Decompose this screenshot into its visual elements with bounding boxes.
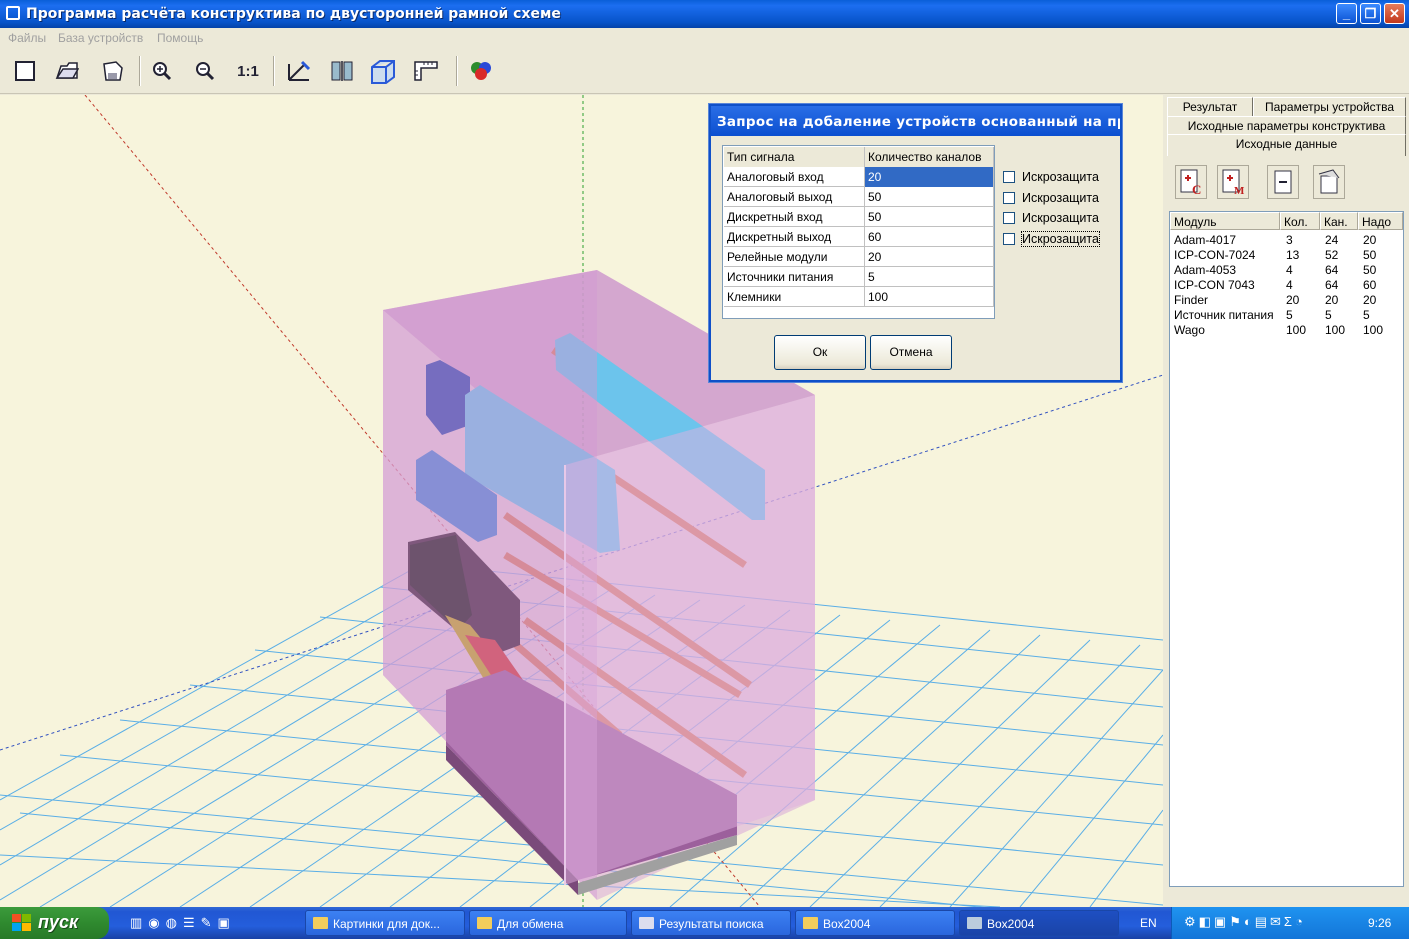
- signal-type-cell: Аналоговый выход: [724, 187, 865, 207]
- remove-item-icon[interactable]: [1267, 165, 1299, 199]
- spark-protection-checkbox-3[interactable]: Искрозащита: [1003, 211, 1099, 225]
- windows-flag-icon: [12, 914, 31, 931]
- table-row[interactable]: Аналоговый выход 50: [724, 187, 994, 207]
- start-label: пуск: [38, 912, 79, 932]
- right-panel: Результат Параметры устройства Исходные …: [1163, 95, 1409, 907]
- task-box2004-app[interactable]: Box2004: [959, 910, 1119, 936]
- signal-type-cell: Источники питания: [724, 267, 865, 287]
- table-row[interactable]: Релейные модули 20: [724, 247, 994, 267]
- language-indicator[interactable]: EN: [1140, 916, 1157, 930]
- clear-items-icon[interactable]: [1313, 165, 1345, 199]
- menu-help[interactable]: Помощь: [157, 31, 203, 45]
- col-signal-type: Тип сигнала: [724, 147, 865, 167]
- col-module[interactable]: Модуль: [1170, 212, 1280, 230]
- 3d-cube-icon[interactable]: [368, 56, 398, 86]
- channel-count-input[interactable]: 50: [865, 207, 994, 227]
- window-title: Программа расчёта конструктива по двусто…: [26, 6, 561, 22]
- task-exchange[interactable]: Для обмена: [469, 910, 627, 936]
- signal-type-cell: Релейные модули: [724, 247, 865, 267]
- add-m-icon[interactable]: M: [1217, 165, 1249, 199]
- app-icon: [6, 6, 20, 20]
- signal-type-cell: Дискретный вход: [724, 207, 865, 227]
- open-file-icon[interactable]: [52, 56, 82, 86]
- table-row[interactable]: Аналоговый вход 20: [724, 167, 994, 187]
- system-tray: ⚙◧▣⚑◐▤✉Σ◔ 9:26: [1171, 907, 1409, 939]
- task-search-results[interactable]: Результаты поиска: [631, 910, 791, 936]
- modules-list[interactable]: Модуль Кол. Кан. Надо Adam-4017 3 24 20 ICP…: [1169, 211, 1404, 887]
- task-pictures[interactable]: Картинки для док...: [305, 910, 465, 936]
- svg-text:C: C: [1192, 182, 1201, 196]
- ok-button[interactable]: Ок: [774, 335, 866, 370]
- app-icon: [967, 917, 982, 929]
- tab-initial-construct-params[interactable]: Исходные параметры конструктива: [1167, 116, 1406, 135]
- tab-result[interactable]: Результат: [1167, 97, 1253, 116]
- folder-icon: [477, 917, 492, 929]
- tray-icons[interactable]: ⚙◧▣⚑◐▤✉Σ◔: [1184, 914, 1306, 930]
- cancel-button[interactable]: Отмена: [870, 335, 952, 370]
- zoom-out-icon[interactable]: [190, 56, 220, 86]
- spark-protection-checkbox-1[interactable]: Искрозащита: [1003, 170, 1099, 184]
- signal-type-cell: Дискретный выход: [724, 227, 865, 247]
- col-channels[interactable]: Кан.: [1320, 212, 1358, 230]
- channel-count-input[interactable]: 60: [865, 227, 994, 247]
- restore-button[interactable]: ❐: [1360, 3, 1381, 24]
- task-box2004-folder[interactable]: Box2004: [795, 910, 955, 936]
- channel-count-input[interactable]: 20: [865, 247, 994, 267]
- folder-icon: [313, 917, 328, 929]
- split-view-icon[interactable]: [327, 56, 357, 86]
- menu-bar: Файлы База устройств Помощь: [0, 28, 1409, 48]
- quick-launch-icons[interactable]: ▥◉◍☰✎▣: [130, 915, 280, 931]
- spark-protection-checkbox-2[interactable]: Искрозащита: [1003, 191, 1099, 205]
- zoom-1-1-button[interactable]: 1:1: [233, 56, 263, 86]
- channel-count-input[interactable]: 50: [865, 187, 994, 207]
- taskbar: пуск ▥◉◍☰✎▣ Картинки для док... Для обме…: [0, 907, 1409, 939]
- menu-device-base[interactable]: База устройств: [58, 31, 143, 45]
- col-qty[interactable]: Кол.: [1280, 212, 1320, 230]
- add-devices-dialog: Запрос на добаление устройств основанный…: [709, 104, 1122, 382]
- channel-count-input[interactable]: 20: [865, 167, 994, 187]
- measure-angle-icon[interactable]: [284, 56, 314, 86]
- search-doc-icon: [639, 917, 654, 929]
- signal-type-cell: Клемники: [724, 287, 865, 307]
- svg-text:M: M: [1234, 185, 1245, 196]
- new-file-icon[interactable]: [10, 56, 40, 86]
- col-channel-count: Количество каналов: [865, 147, 994, 167]
- signal-type-cell: Аналоговый вход: [724, 167, 865, 187]
- col-need[interactable]: Надо: [1358, 212, 1403, 230]
- table-row[interactable]: Источники питания 5: [724, 267, 994, 287]
- table-row[interactable]: Дискретный вход 50: [724, 207, 994, 227]
- spark-protection-checkbox-4[interactable]: Искрозащита: [1003, 231, 1100, 247]
- signal-grid[interactable]: Тип сигнала Количество каналов Аналоговы…: [722, 145, 995, 319]
- title-bar: Программа расчёта конструктива по двусто…: [0, 0, 1409, 28]
- close-button[interactable]: ✕: [1384, 3, 1405, 24]
- tab-initial-data[interactable]: Исходные данные: [1167, 134, 1406, 156]
- add-c-icon[interactable]: C: [1175, 165, 1207, 199]
- clock: 9:26: [1368, 916, 1392, 930]
- channel-count-input[interactable]: 100: [865, 287, 994, 307]
- table-row[interactable]: Дискретный выход 60: [724, 227, 994, 247]
- minimize-button[interactable]: _: [1336, 3, 1357, 24]
- tab-device-params[interactable]: Параметры устройства: [1253, 97, 1406, 116]
- ruler-icon[interactable]: [411, 56, 441, 86]
- folder-icon: [803, 917, 818, 929]
- colors-icon[interactable]: [466, 56, 496, 86]
- grid-header-row: Тип сигнала Количество каналов: [724, 147, 994, 167]
- toolbar: 1:1: [0, 48, 1409, 94]
- channel-count-input[interactable]: 5: [865, 267, 994, 287]
- save-file-icon[interactable]: [97, 56, 127, 86]
- table-row[interactable]: Клемники 100: [724, 287, 994, 307]
- dialog-title: Запрос на добаление устройств основанный…: [711, 106, 1120, 136]
- zoom-in-icon[interactable]: [147, 56, 177, 86]
- start-button[interactable]: пуск: [0, 907, 109, 939]
- menu-files[interactable]: Файлы: [8, 31, 46, 45]
